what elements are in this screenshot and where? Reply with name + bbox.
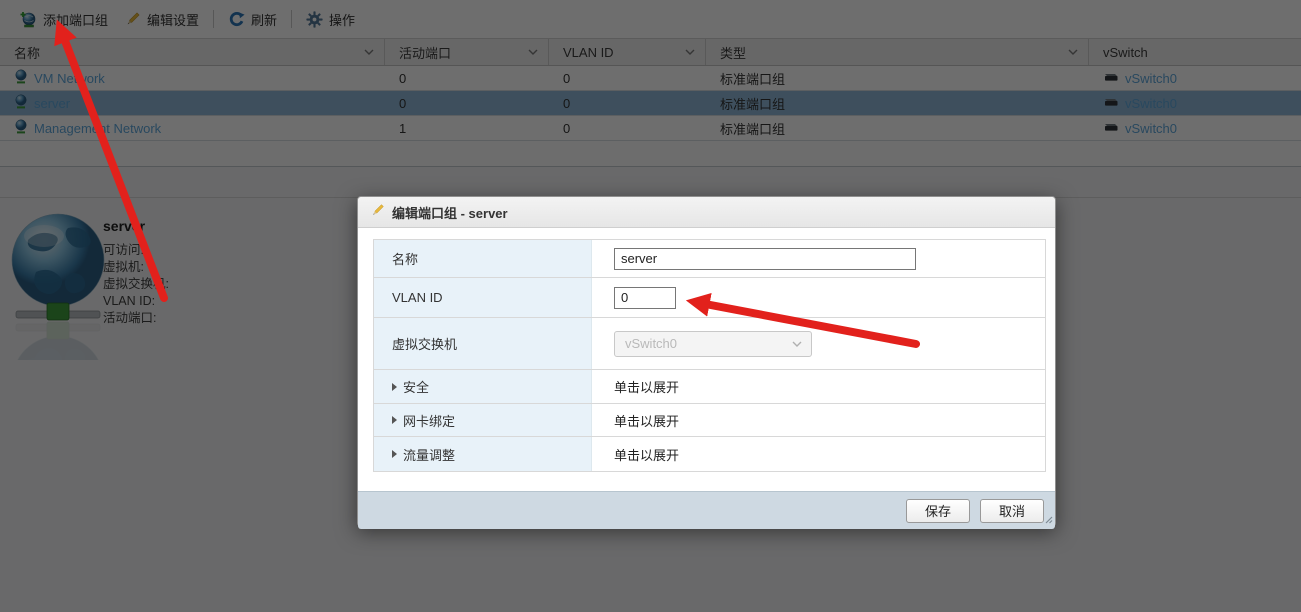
expand-arrow-icon (392, 383, 397, 391)
nic-teaming-section-hint: 单击以展开 (614, 411, 679, 430)
vswitch-select-value: vSwitch0 (625, 336, 677, 351)
security-section-label: 安全 (403, 377, 429, 396)
vlan-id-input[interactable] (614, 287, 676, 309)
dialog-title: 编辑端口组 - server (392, 203, 508, 222)
nic-teaming-section-label: 网卡绑定 (403, 411, 455, 430)
name-label: 名称 (392, 249, 418, 268)
section-row-security[interactable]: 安全 单击以展开 (374, 370, 1045, 404)
section-row-nic-teaming[interactable]: 网卡绑定 单击以展开 (374, 404, 1045, 437)
dialog-footer: 保存 取消 (358, 491, 1055, 529)
form-row-vswitch: 虚拟交换机 vSwitch0 (374, 318, 1045, 370)
edit-portgroup-dialog: 编辑端口组 - server 名称 VLAN ID 虚拟交换机 vSwitch (357, 196, 1056, 527)
vlan-label: VLAN ID (392, 290, 443, 305)
traffic-shaping-section-hint: 单击以展开 (614, 445, 679, 464)
save-button[interactable]: 保存 (906, 499, 970, 523)
chevron-down-icon (792, 340, 802, 348)
name-input[interactable] (614, 248, 916, 270)
vswitch-select[interactable]: vSwitch0 (614, 331, 812, 357)
dialog-body: 名称 VLAN ID 虚拟交换机 vSwitch0 (358, 228, 1055, 491)
expand-arrow-icon (392, 450, 397, 458)
form-row-name: 名称 (374, 240, 1045, 278)
cancel-button[interactable]: 取消 (980, 499, 1044, 523)
section-row-traffic-shaping[interactable]: 流量调整 单击以展开 (374, 437, 1045, 471)
dialog-form: 名称 VLAN ID 虚拟交换机 vSwitch0 (373, 239, 1046, 472)
resize-handle[interactable] (1043, 512, 1053, 527)
security-section-hint: 单击以展开 (614, 377, 679, 396)
dialog-titlebar: 编辑端口组 - server (358, 197, 1055, 228)
vswitch-label: 虚拟交换机 (392, 334, 457, 353)
form-row-vlan: VLAN ID (374, 278, 1045, 318)
pencil-icon (370, 203, 385, 221)
expand-arrow-icon (392, 416, 397, 424)
traffic-shaping-section-label: 流量调整 (403, 445, 455, 464)
